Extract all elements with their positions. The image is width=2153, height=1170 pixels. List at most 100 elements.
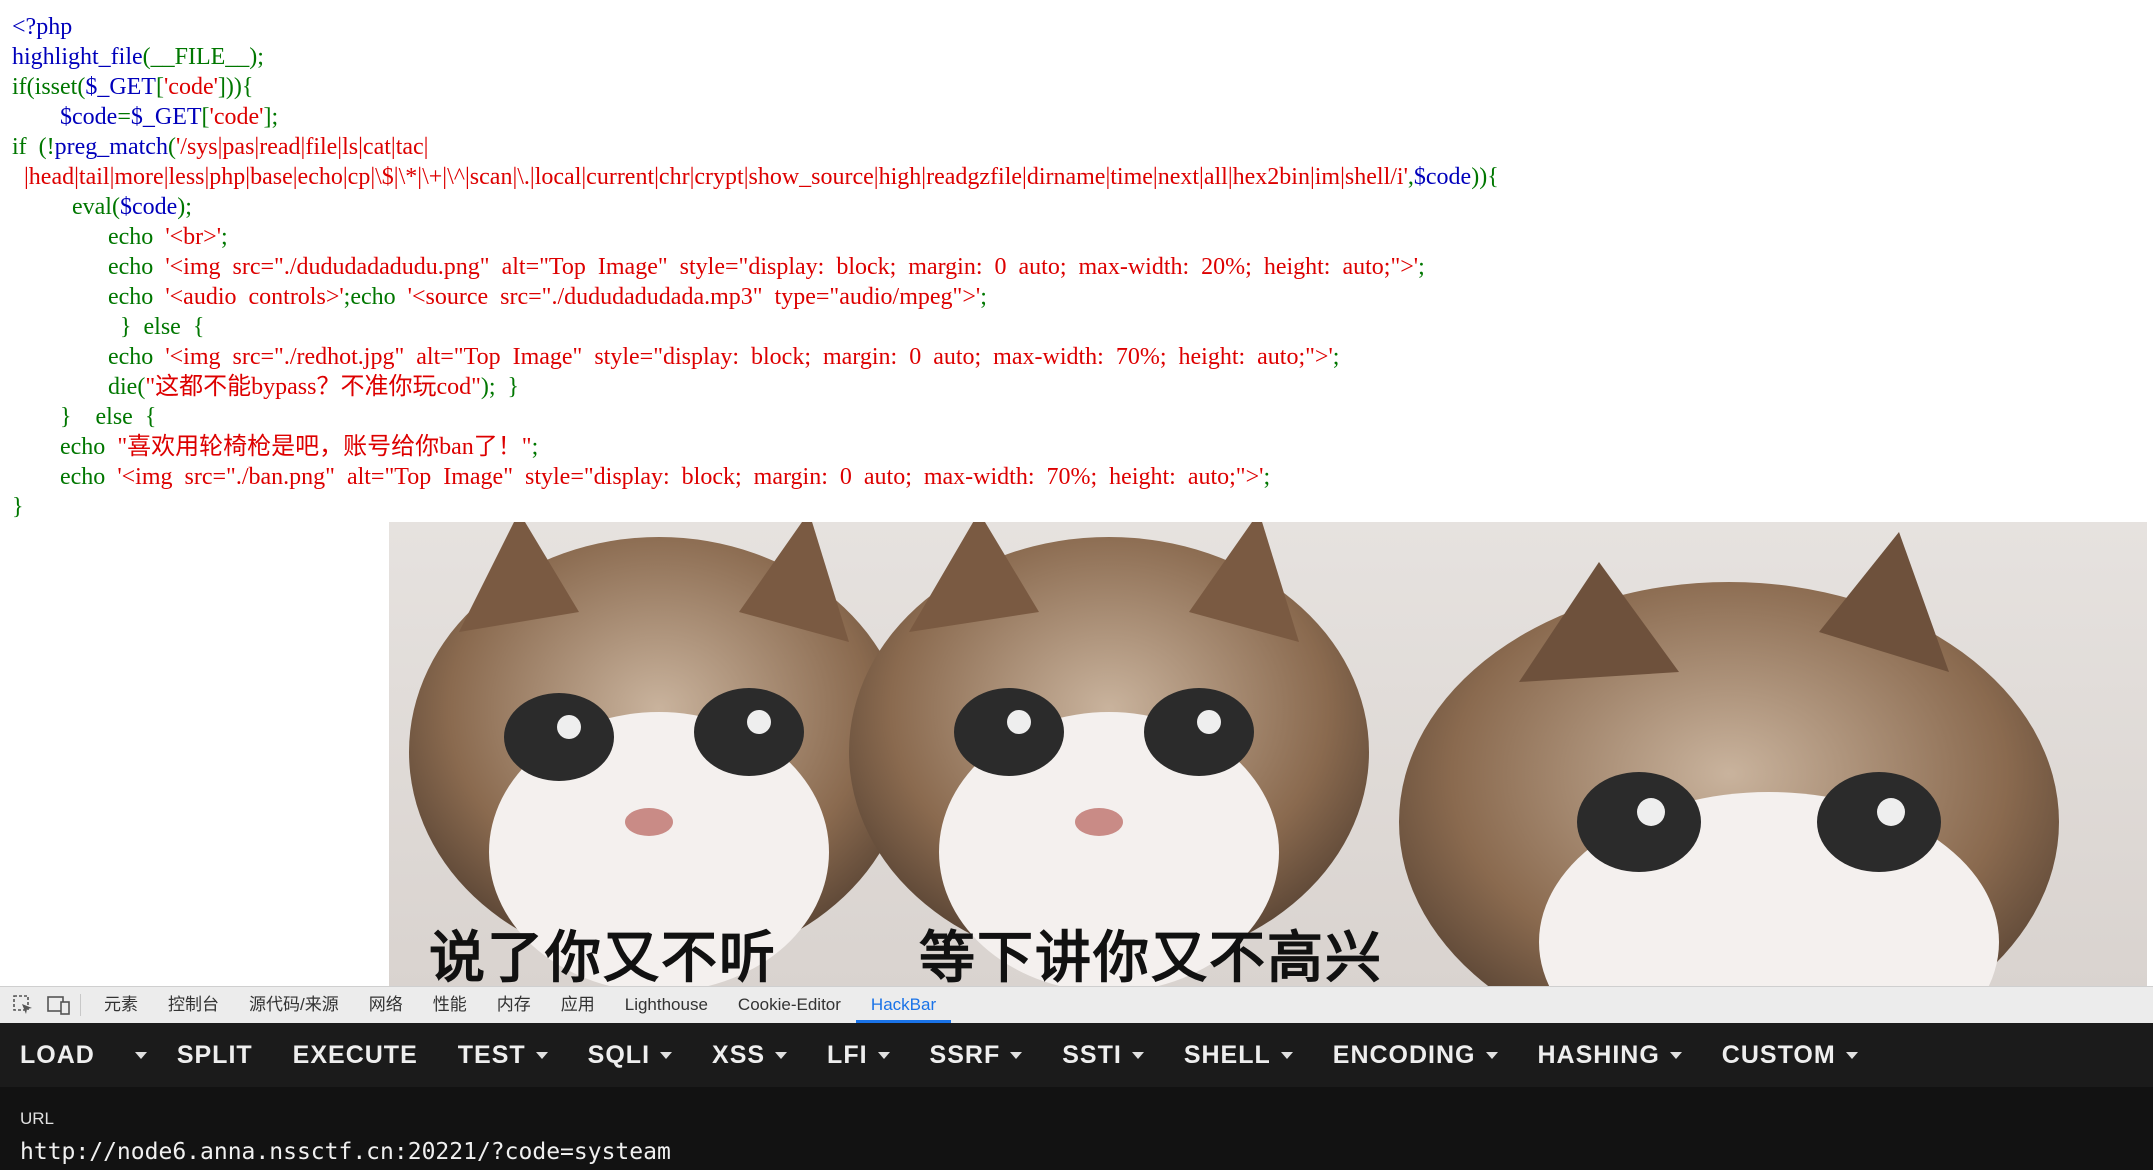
ssti-label: SSTI <box>1062 1040 1122 1069</box>
code-punct: ])){ <box>217 74 254 100</box>
hashing-label: HASHING <box>1537 1040 1660 1069</box>
execute-button[interactable]: EXECUTE <box>273 1023 438 1087</box>
lfi-label: LFI <box>827 1040 868 1069</box>
tab-hackbar[interactable]: HackBar <box>855 987 952 1023</box>
test-menu-button[interactable]: TEST <box>438 1023 568 1087</box>
chevron-down-icon <box>1485 1051 1498 1059</box>
code-regex-part-2: |head|tail|more|less|php|base|echo|cp|\$… <box>24 164 1408 190</box>
chevron-down-icon <box>877 1051 890 1059</box>
code-regex-part-1: '/sys|pas|read|file|ls|cat|tac| <box>175 134 429 160</box>
meme-caption-right: 等下讲你又不高兴 <box>919 926 1383 988</box>
hackbar-url-panel: URL <box>0 1087 2153 1170</box>
url-label: URL <box>20 1109 55 1128</box>
code-var-code: $code <box>1413 164 1472 190</box>
tab-memory[interactable]: 内存 <box>482 987 546 1023</box>
sqli-menu-button[interactable]: SQLI <box>568 1023 692 1087</box>
code-punct: ; <box>980 284 987 310</box>
tab-elements[interactable]: 元素 <box>89 987 153 1023</box>
tab-lighthouse[interactable]: Lighthouse <box>610 987 723 1023</box>
chevron-down-icon <box>660 1051 673 1059</box>
code-var-code: $code <box>60 104 118 130</box>
code-string: '<source src="./dududadudada.mp3" type="… <box>407 284 981 310</box>
code-punct: ]; <box>263 104 279 130</box>
shell-menu-button[interactable]: SHELL <box>1164 1023 1313 1087</box>
tab-performance[interactable]: 性能 <box>418 987 482 1023</box>
device-toolbar-icon[interactable] <box>46 992 72 1018</box>
tab-application[interactable]: 应用 <box>546 987 610 1023</box>
code-punct: ; <box>531 434 539 460</box>
code-keyword-else: } else { <box>120 314 205 340</box>
cat-3 <box>1399 532 2059 988</box>
code-string: '<img src="./ban.png" alt="Top Image" st… <box>117 464 1264 490</box>
custom-menu-button[interactable]: CUSTOM <box>1702 1023 1878 1087</box>
code-keyword-if: if (! <box>12 134 55 160</box>
split-button[interactable]: SPLIT <box>157 1023 273 1087</box>
code-string: '<img src="./redhot.jpg" alt="Top Image"… <box>165 344 1333 370</box>
tab-network[interactable]: 网络 <box>354 987 418 1023</box>
tab-cookie-editor[interactable]: Cookie-Editor <box>723 987 856 1023</box>
code-punct: ; <box>1263 464 1271 490</box>
code-closing-brace: } <box>12 494 24 520</box>
tab-sources[interactable]: 源代码/来源 <box>234 987 354 1023</box>
chevron-down-icon <box>1669 1051 1682 1059</box>
xss-menu-button[interactable]: XSS <box>692 1023 807 1087</box>
meme-image: 说了你又不听 等下讲你又不高兴 <box>389 522 2147 988</box>
code-punct: [ <box>155 74 164 100</box>
php-source-code: <?php highlight_file(__FILE__); if(isset… <box>12 12 1499 522</box>
code-keyword-if: if(isset( <box>12 74 86 100</box>
load-dropdown-button[interactable] <box>115 1023 157 1087</box>
sqli-label: SQLI <box>587 1040 651 1069</box>
code-string: '<img src="./dududadadudu.png" alt="Top … <box>165 254 1419 280</box>
code-string: '<br>' <box>165 224 222 250</box>
custom-label: CUSTOM <box>1721 1040 1836 1069</box>
code-string: 'code' <box>209 104 264 130</box>
code-keyword-echo: echo <box>60 434 118 460</box>
url-input[interactable] <box>20 1139 2130 1165</box>
code-punct: (__FILE__); <box>142 44 264 70</box>
code-punct: [ <box>201 104 210 130</box>
chevron-down-icon <box>1280 1051 1293 1059</box>
code-fn-preg-match: preg_match <box>54 134 168 160</box>
chevron-down-icon <box>134 1051 147 1059</box>
code-keyword-die: die( <box>108 374 146 400</box>
chevron-down-icon <box>1131 1051 1144 1059</box>
code-keyword-echo: echo <box>108 344 166 370</box>
ssrf-menu-button[interactable]: SSRF <box>910 1023 1043 1087</box>
inspect-element-icon[interactable] <box>10 992 36 1018</box>
encoding-menu-button[interactable]: ENCODING <box>1313 1023 1518 1087</box>
encoding-label: ENCODING <box>1332 1040 1476 1069</box>
code-punct: ); } <box>480 374 520 400</box>
hashing-menu-button[interactable]: HASHING <box>1518 1023 1702 1087</box>
code-keyword-echo: echo <box>60 464 118 490</box>
execute-label: EXECUTE <box>292 1040 418 1069</box>
code-var-get: $_GET <box>85 74 156 100</box>
code-punct: ; <box>221 224 228 250</box>
lfi-menu-button[interactable]: LFI <box>807 1023 910 1087</box>
code-keyword-echo: echo <box>108 284 166 310</box>
hackbar-toolbar: LOAD SPLIT EXECUTE TEST SQLI XSS LFI SSR… <box>0 1023 2153 1087</box>
code-punct: ); <box>177 194 192 220</box>
code-string: 'code' <box>163 74 218 100</box>
code-string: '<audio controls>' <box>165 284 344 310</box>
split-label: SPLIT <box>176 1040 253 1069</box>
chevron-down-icon <box>1845 1051 1858 1059</box>
code-var-code: $code <box>119 194 178 220</box>
load-button[interactable]: LOAD <box>0 1023 115 1087</box>
ssti-menu-button[interactable]: SSTI <box>1042 1023 1164 1087</box>
test-label: TEST <box>457 1040 526 1069</box>
shell-label: SHELL <box>1183 1040 1271 1069</box>
code-punct: )){ <box>1471 164 1499 190</box>
code-keyword-echo: echo <box>108 254 166 280</box>
code-fn-highlight-file: highlight_file <box>12 44 143 70</box>
code-punct: = <box>117 104 131 130</box>
chevron-down-icon <box>535 1051 548 1059</box>
code-keyword-else: } else { <box>60 404 157 430</box>
code-keyword-echo: ;echo <box>343 284 408 310</box>
code-string: "喜欢用轮椅枪是吧，账号给你ban了！" <box>117 434 532 460</box>
code-punct: ; <box>1418 254 1425 280</box>
code-var-get: $_GET <box>130 104 202 130</box>
chevron-down-icon <box>1010 1051 1023 1059</box>
tab-console[interactable]: 控制台 <box>153 987 234 1023</box>
chevron-down-icon <box>775 1051 788 1059</box>
tab-separator <box>80 994 81 1016</box>
